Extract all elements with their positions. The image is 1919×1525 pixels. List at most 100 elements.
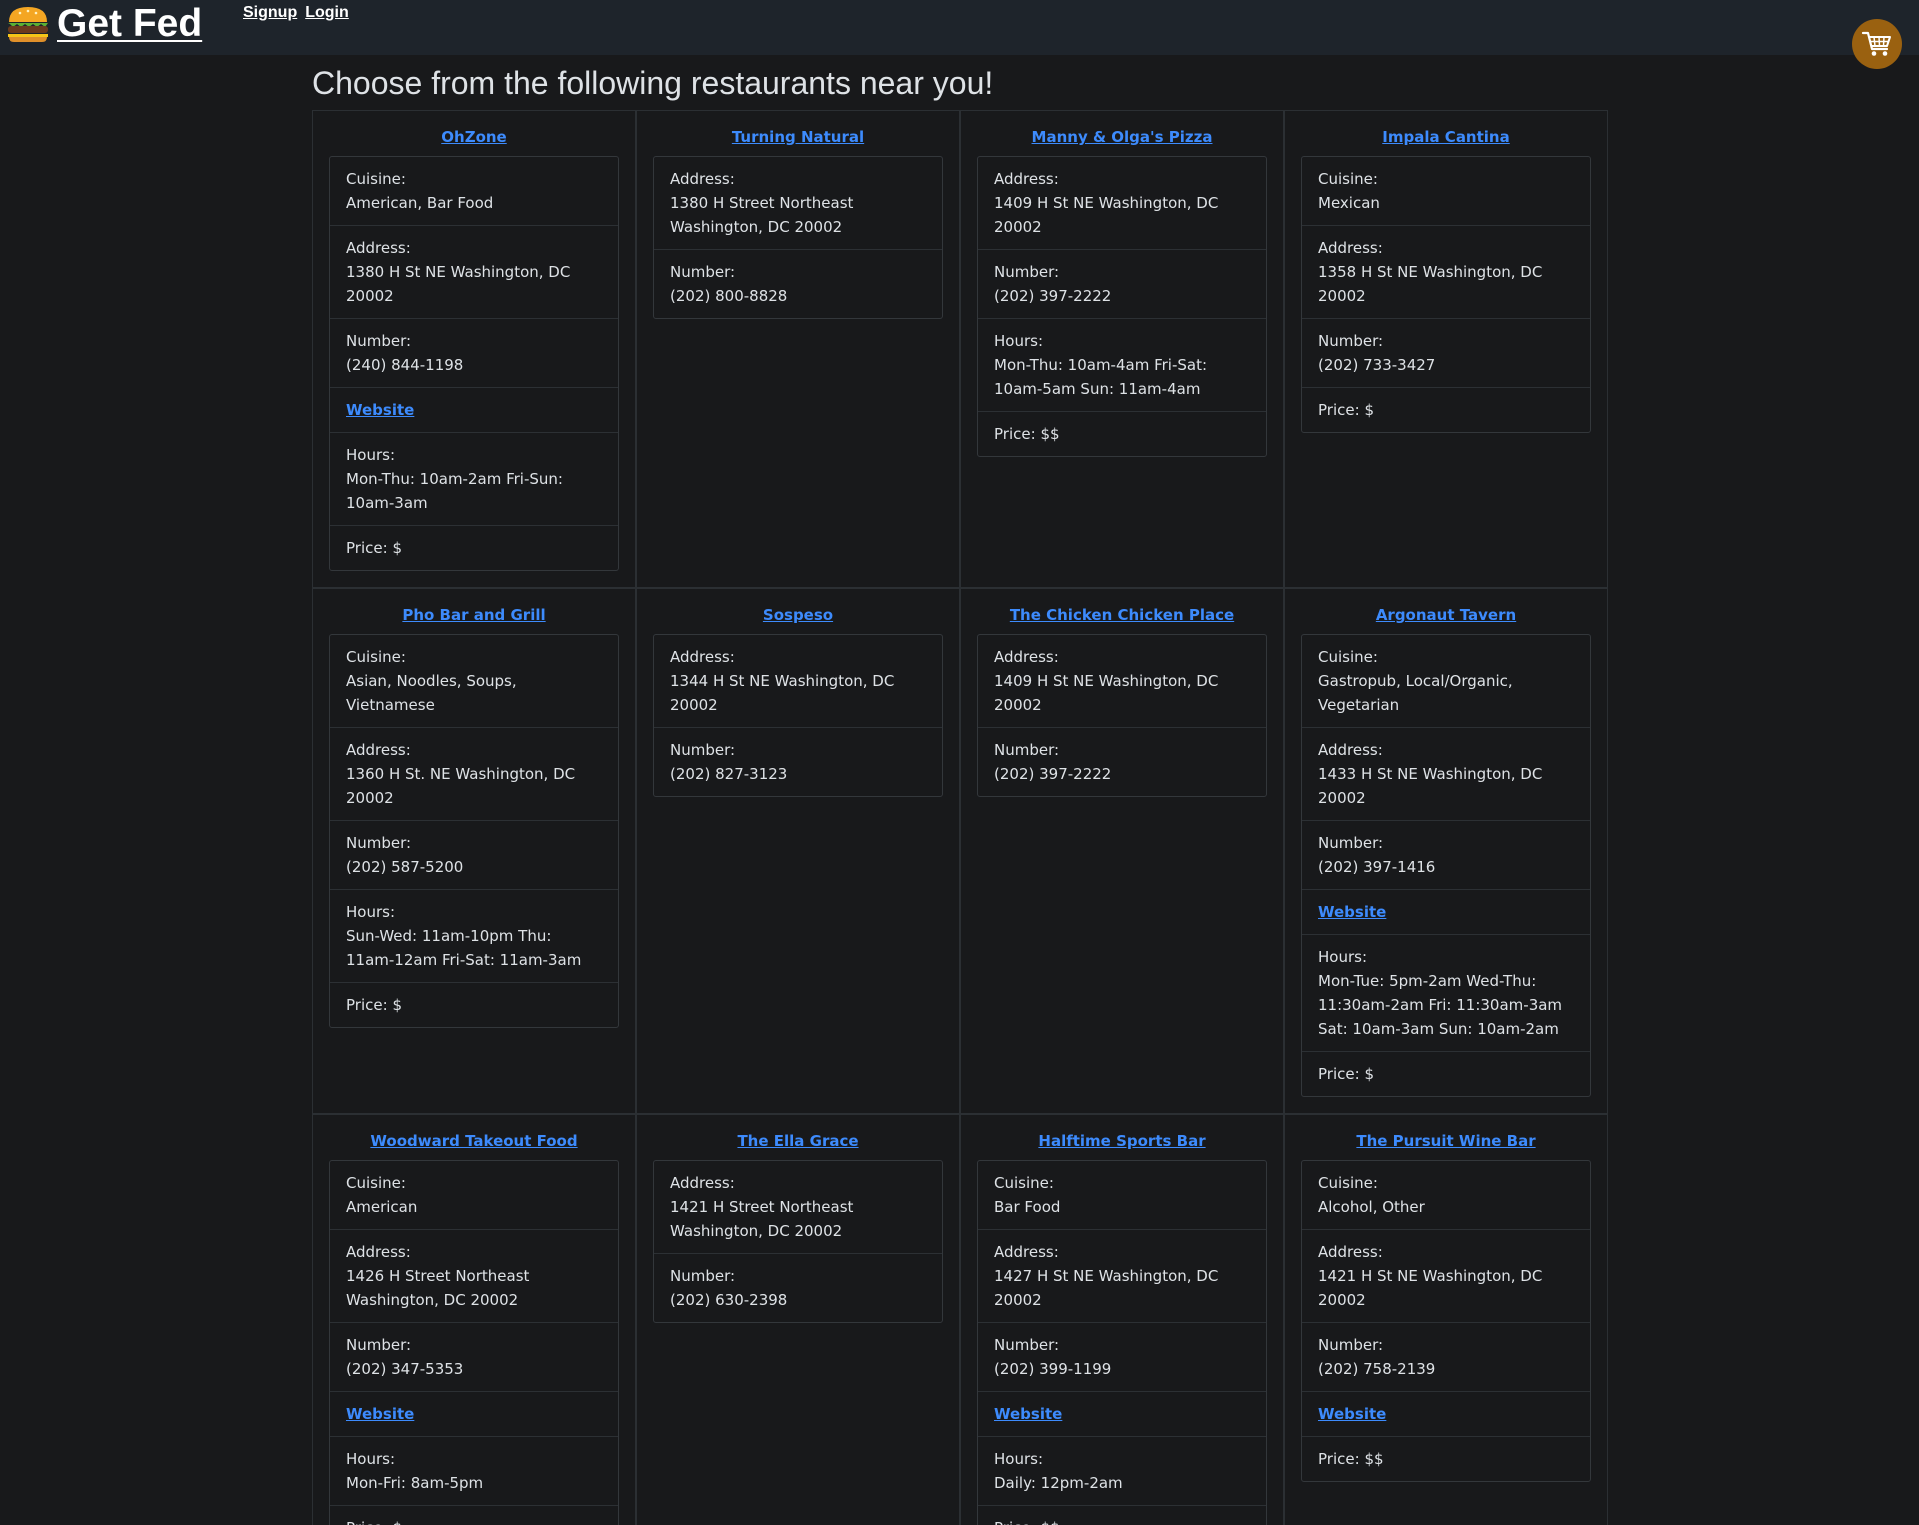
address-item-value: 1409 H St NE Washington, DC 20002 — [994, 194, 1219, 236]
price-label: Price: — [994, 1519, 1036, 1525]
website-item: Website — [1302, 1391, 1590, 1436]
address-item-label: Address: — [670, 170, 735, 188]
price-label: Price: — [346, 539, 388, 557]
restaurant-name-link[interactable]: Sospeso — [653, 605, 943, 625]
hours-item: Hours: Mon-Tue: 5pm-2am Wed-Thu: 11:30am-… — [1302, 934, 1590, 1051]
website-link[interactable]: Website — [346, 1405, 414, 1423]
restaurant-card: Impala Cantina Cuisine: Mexican Address: 135… — [1284, 110, 1608, 588]
restaurant-row: Woodward Takeout Food Cuisine: American Add… — [312, 1114, 1608, 1525]
restaurant-name-link[interactable]: Woodward Takeout Food — [329, 1131, 619, 1151]
price-item: Price: $ — [1302, 1051, 1590, 1096]
cuisine-item: Cuisine: Gastropub, Local/Organic, Vegeta… — [1302, 635, 1590, 727]
address-item-value: 1344 H St NE Washington, DC 20002 — [670, 672, 895, 714]
phone-item: Number: (202) 827-3123 — [654, 727, 942, 796]
cuisine-item-label: Cuisine: — [346, 170, 406, 188]
restaurant-row: Pho Bar and Grill Cuisine: Asian, Noodles,… — [312, 588, 1608, 1114]
address-item-value: 1380 H Street Northeast Washington, DC 2… — [670, 194, 854, 236]
phone-item-label: Number: — [994, 1336, 1060, 1354]
phone-item-value: (202) 827-3123 — [670, 765, 788, 783]
phone-item: Number: (202) 397-2222 — [978, 249, 1266, 318]
address-item: Address: 1344 H St NE Washington, DC 2000… — [654, 635, 942, 727]
info-list: Cuisine: American Address: 1426 H Street No… — [329, 1160, 619, 1525]
address-item: Address: 1421 H St NE Washington, DC 2000… — [1302, 1229, 1590, 1322]
signup-link[interactable]: Signup — [243, 3, 297, 23]
phone-item-label: Number: — [1318, 1336, 1384, 1354]
cuisine-item-label: Cuisine: — [994, 1174, 1054, 1192]
restaurant-card: Manny & Olga's Pizza Address: 1409 H St NE… — [960, 110, 1284, 588]
restaurant-card: The Chicken Chicken Place Address: 1409 H … — [960, 588, 1284, 1114]
price-label: Price: — [346, 996, 388, 1014]
address-item-value: 1358 H St NE Washington, DC 20002 — [1318, 263, 1543, 305]
restaurant-name-link[interactable]: Pho Bar and Grill — [329, 605, 619, 625]
phone-item-value: (202) 397-2222 — [994, 287, 1112, 305]
restaurant-name-link[interactable]: The Pursuit Wine Bar — [1301, 1131, 1591, 1151]
hours-item: Hours: Daily: 12pm-2am — [978, 1436, 1266, 1505]
cuisine-item-value: American — [346, 1198, 418, 1216]
price-value: $ — [392, 539, 402, 557]
phone-item-value: (240) 844-1198 — [346, 356, 464, 374]
info-list: Address: 1409 H St NE Washington, DC 2000… — [977, 634, 1267, 797]
cuisine-item-value: Alcohol, Other — [1318, 1198, 1425, 1216]
cuisine-item: Cuisine: Alcohol, Other — [1302, 1161, 1590, 1229]
restaurant-card: OhZone Cuisine: American, Bar Food Address:… — [312, 110, 636, 588]
cuisine-item-label: Cuisine: — [1318, 1174, 1378, 1192]
hours-item-value: Daily: 12pm-2am — [994, 1474, 1123, 1492]
address-item-label: Address: — [994, 170, 1059, 188]
address-item: Address: 1426 H Street Northeast Washingt… — [330, 1229, 618, 1322]
login-link[interactable]: Login — [305, 3, 349, 23]
address-item: Address: 1358 H St NE Washington, DC 2000… — [1302, 225, 1590, 318]
cart-button[interactable] — [1852, 19, 1902, 69]
price-label: Price: — [1318, 1450, 1360, 1468]
price-value: $$ — [1040, 425, 1060, 443]
phone-item-label: Number: — [1318, 332, 1384, 350]
restaurant-name-link[interactable]: Manny & Olga's Pizza — [977, 127, 1267, 147]
hours-item-value: Sun-Wed: 11am-10pm Thu: 11am-12am Fri-Sa… — [346, 927, 582, 969]
price-value: $$ — [1040, 1519, 1059, 1525]
brand-name: Get Fed — [57, 2, 203, 45]
restaurant-card: The Pursuit Wine Bar Cuisine: Alcohol, Oth… — [1284, 1114, 1608, 1525]
address-item: Address: 1380 H St NE Washington, DC 2000… — [330, 225, 618, 318]
restaurant-name-link[interactable]: The Chicken Chicken Place — [977, 605, 1267, 625]
phone-item-value: (202) 800-8828 — [670, 287, 788, 305]
phone-item-label: Number: — [670, 263, 736, 281]
phone-item-label: Number: — [670, 741, 736, 759]
hours-item-label: Hours: — [994, 1450, 1043, 1468]
address-item-value: 1426 H Street Northeast Washington, DC 2… — [346, 1267, 530, 1309]
hours-item: Hours: Sun-Wed: 11am-10pm Thu: 11am-12am … — [330, 889, 618, 982]
restaurant-name-link[interactable]: OhZone — [329, 127, 619, 147]
brand-link[interactable]: Get Fed — [5, 2, 202, 46]
address-item: Address: 1421 H Street Northeast Washingt… — [654, 1161, 942, 1253]
phone-item-value: (202) 587-5200 — [346, 858, 464, 876]
price-item: Price: $$ — [978, 411, 1266, 456]
website-link[interactable]: Website — [1318, 1405, 1386, 1423]
price-value: $ — [392, 1519, 402, 1525]
address-item-value: 1421 H Street Northeast Washington, DC 2… — [670, 1198, 854, 1240]
restaurant-name-link[interactable]: Turning Natural — [653, 127, 943, 147]
restaurant-card: Sospeso Address: 1344 H St NE Washington, … — [636, 588, 960, 1114]
hours-item: Hours: Mon-Thu: 10am-2am Fri-Sun: 10am-3a… — [330, 432, 618, 525]
restaurant-name-link[interactable]: Halftime Sports Bar — [977, 1131, 1267, 1151]
website-link[interactable]: Website — [1318, 903, 1386, 921]
address-item-value: 1380 H St NE Washington, DC 20002 — [346, 263, 571, 305]
cuisine-item-value: Asian, Noodles, Soups, Vietnamese — [346, 672, 517, 714]
info-list: Address: 1409 H St NE Washington, DC 2000… — [977, 156, 1267, 457]
info-list: Address: 1421 H Street Northeast Washingt… — [653, 1160, 943, 1323]
phone-item-value: (202) 399-1199 — [994, 1360, 1112, 1378]
cuisine-item-value: American, Bar Food — [346, 194, 494, 212]
restaurant-name-link[interactable]: The Ella Grace — [653, 1131, 943, 1151]
website-link[interactable]: Website — [994, 1405, 1062, 1423]
hours-item-value: Mon-Thu: 10am-4am Fri-Sat: 10am-5am Sun:… — [994, 356, 1208, 398]
phone-item-label: Number: — [994, 741, 1060, 759]
address-item-label: Address: — [1318, 1243, 1383, 1261]
hours-item-value: Mon-Tue: 5pm-2am Wed-Thu: 11:30am-2am Fr… — [1318, 972, 1563, 1038]
price-item: Price: $ — [330, 1505, 618, 1525]
restaurant-name-link[interactable]: Argonaut Tavern — [1301, 605, 1591, 625]
restaurant-card: Argonaut Tavern Cuisine: Gastropub, Local/… — [1284, 588, 1608, 1114]
price-item: Price: $ — [1302, 387, 1590, 432]
info-list: Cuisine: Alcohol, Other Address: 1421 H St … — [1301, 1160, 1591, 1482]
website-link[interactable]: Website — [346, 401, 414, 419]
hours-item-label: Hours: — [346, 903, 395, 921]
restaurant-name-link[interactable]: Impala Cantina — [1301, 127, 1591, 147]
cuisine-item: Cuisine: Asian, Noodles, Soups, Vietnames… — [330, 635, 618, 727]
info-list: Cuisine: American, Bar Food Address: 1380 H… — [329, 156, 619, 571]
